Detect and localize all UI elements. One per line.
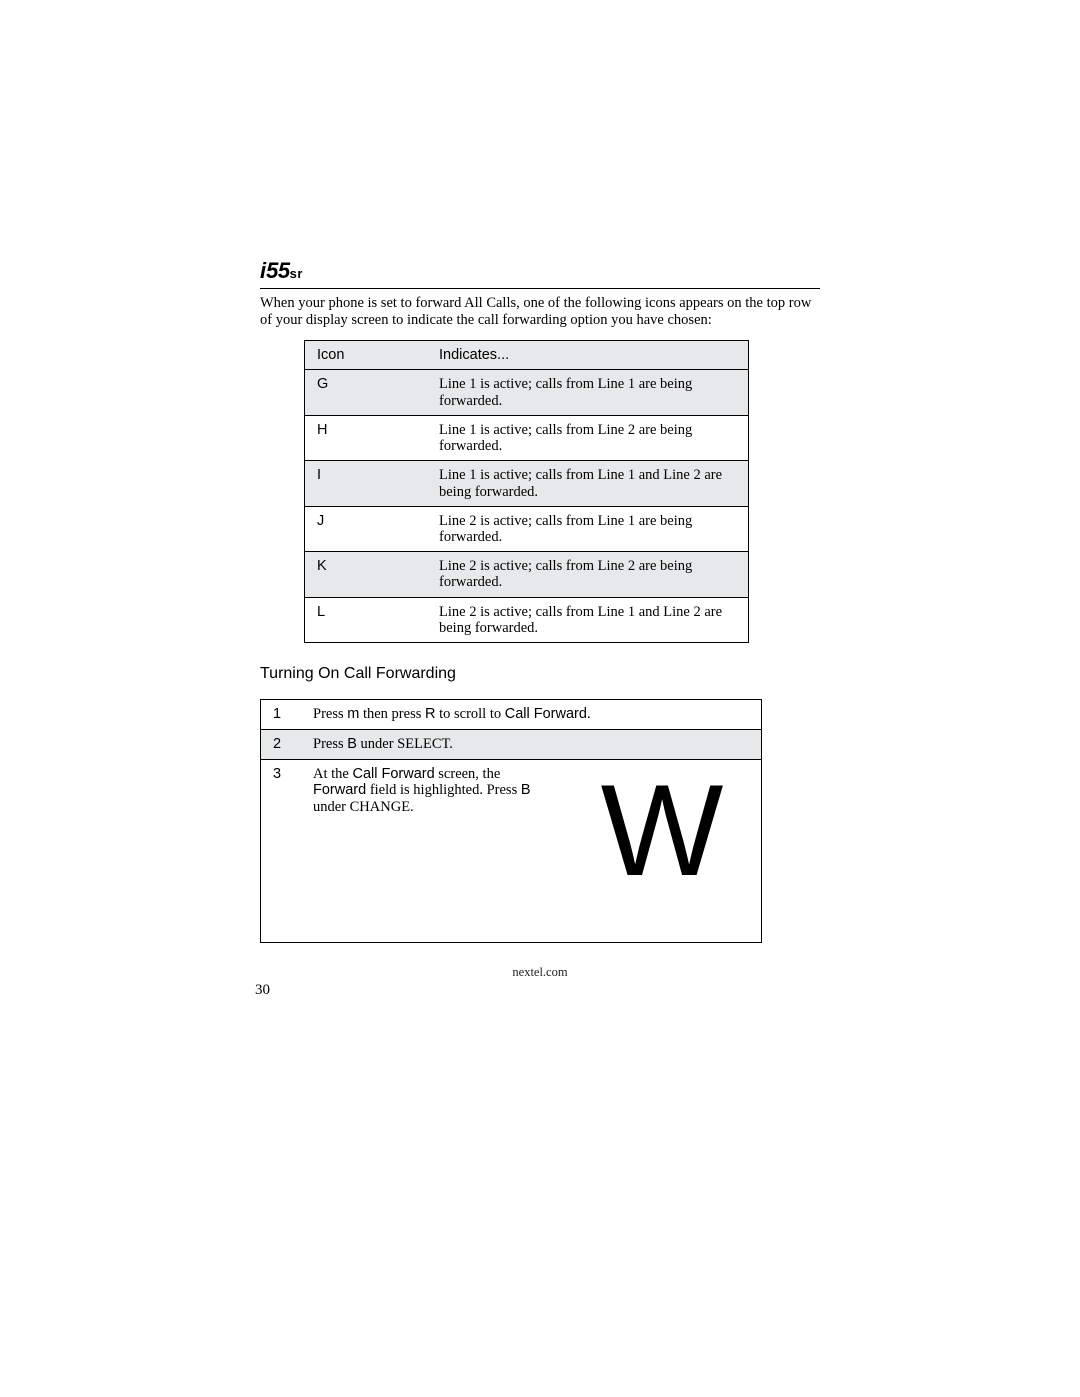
icon-cell: H xyxy=(305,415,428,460)
step-text: At the Call Forward screen, the Forward … xyxy=(301,760,762,943)
col-header-icon: Icon xyxy=(305,341,428,370)
section-heading: Turning On Call Forwarding xyxy=(260,665,820,683)
graphic-letter: W xyxy=(601,772,724,889)
step-text: Press m then press R to scroll to Call F… xyxy=(301,700,762,730)
step-row: 1 Press m then press R to scroll to Call… xyxy=(261,700,762,730)
footer-url: nextel.com xyxy=(260,965,820,980)
intro-paragraph: When your phone is set to forward All Ca… xyxy=(260,295,820,328)
desc-cell: Line 1 is active; calls from Line 1 are … xyxy=(427,370,749,415)
table-row: G Line 1 is active; calls from Line 1 ar… xyxy=(305,370,749,415)
icon-cell: J xyxy=(305,506,428,551)
step-number: 2 xyxy=(261,730,302,760)
model-sr: sr xyxy=(290,266,303,281)
desc-cell: Line 2 is active; calls from Line 2 are … xyxy=(427,552,749,597)
desc-cell: Line 2 is active; calls from Line 1 are … xyxy=(427,506,749,551)
table-header-row: Icon Indicates... xyxy=(305,341,749,370)
col-header-indicates: Indicates... xyxy=(427,341,749,370)
model-num: 55 xyxy=(266,258,289,283)
manual-page: i55sr When your phone is set to forward … xyxy=(0,0,1080,1397)
step-number: 3 xyxy=(261,760,302,943)
desc-cell: Line 2 is active; calls from Line 1 and … xyxy=(427,597,749,642)
page-header: i55sr xyxy=(260,258,820,289)
icon-indicator-table: Icon Indicates... G Line 1 is active; ca… xyxy=(304,340,749,643)
icon-cell: G xyxy=(305,370,428,415)
table-row: L Line 2 is active; calls from Line 1 an… xyxy=(305,597,749,642)
screen-graphic: W xyxy=(573,766,751,889)
model-label: i55sr xyxy=(260,265,303,282)
step-row: 2 Press B under SELECT. xyxy=(261,730,762,760)
page-number: 30 xyxy=(255,982,270,999)
step-row: 3 At the Call Forward screen, the Forwar… xyxy=(261,760,762,943)
steps-table: 1 Press m then press R to scroll to Call… xyxy=(260,699,762,943)
desc-cell: Line 1 is active; calls from Line 1 and … xyxy=(427,461,749,506)
desc-cell: Line 1 is active; calls from Line 2 are … xyxy=(427,415,749,460)
table-row: J Line 2 is active; calls from Line 1 ar… xyxy=(305,506,749,551)
step-number: 1 xyxy=(261,700,302,730)
step-text: Press B under SELECT. xyxy=(301,730,762,760)
icon-cell: L xyxy=(305,597,428,642)
table-row: K Line 2 is active; calls from Line 2 ar… xyxy=(305,552,749,597)
table-row: H Line 1 is active; calls from Line 2 ar… xyxy=(305,415,749,460)
table-row: I Line 1 is active; calls from Line 1 an… xyxy=(305,461,749,506)
icon-cell: K xyxy=(305,552,428,597)
icon-cell: I xyxy=(305,461,428,506)
